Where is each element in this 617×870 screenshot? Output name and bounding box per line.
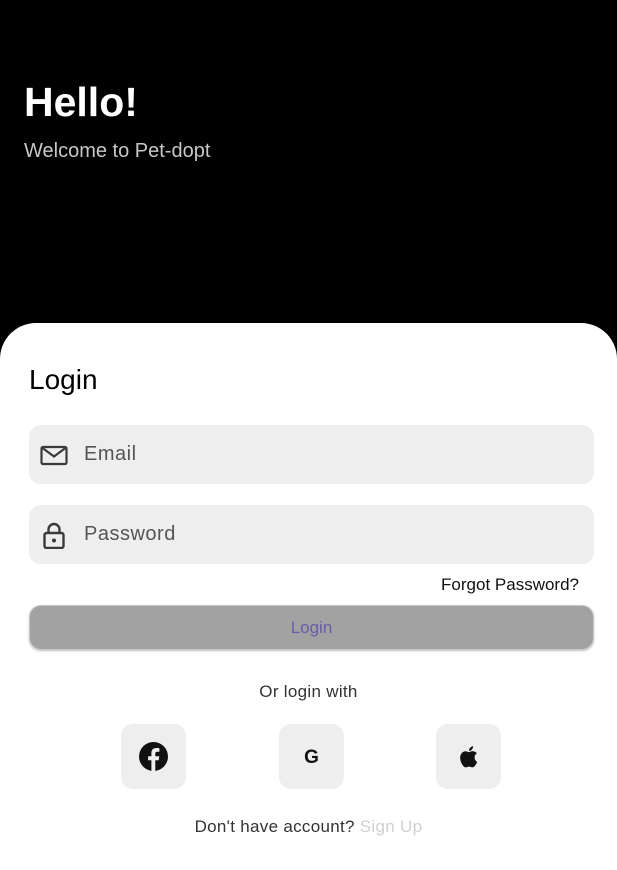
forgot-password-link[interactable]: Forgot Password? bbox=[441, 575, 579, 595]
google-icon: G bbox=[304, 747, 319, 768]
greeting-title: Hello! bbox=[24, 79, 138, 125]
or-login-with-label: Or login with bbox=[259, 682, 358, 701]
apple-login-button[interactable] bbox=[436, 724, 501, 789]
signup-prompt: Don't have account? Sign Up bbox=[0, 817, 617, 837]
welcome-subtitle: Welcome to Pet-dopt bbox=[24, 140, 211, 162]
facebook-icon bbox=[139, 742, 168, 771]
mail-icon bbox=[40, 445, 68, 466]
password-input[interactable] bbox=[84, 505, 574, 564]
login-title: Login bbox=[29, 364, 98, 395]
facebook-login-button[interactable] bbox=[121, 724, 186, 789]
password-field[interactable] bbox=[29, 505, 594, 564]
google-login-button[interactable]: G bbox=[279, 724, 344, 789]
email-field[interactable] bbox=[29, 425, 594, 484]
sign-up-link[interactable]: Sign Up bbox=[360, 817, 423, 836]
login-card: Login Forgot Password? Login Or login wi… bbox=[0, 323, 617, 870]
apple-icon bbox=[460, 746, 478, 768]
lock-icon bbox=[43, 522, 65, 549]
header: Hello! Welcome to Pet-dopt bbox=[0, 0, 617, 330]
google-glyph: G bbox=[304, 747, 319, 768]
login-button[interactable]: Login bbox=[29, 605, 594, 650]
email-input[interactable] bbox=[84, 425, 574, 484]
no-account-text: Don't have account? bbox=[194, 817, 355, 836]
